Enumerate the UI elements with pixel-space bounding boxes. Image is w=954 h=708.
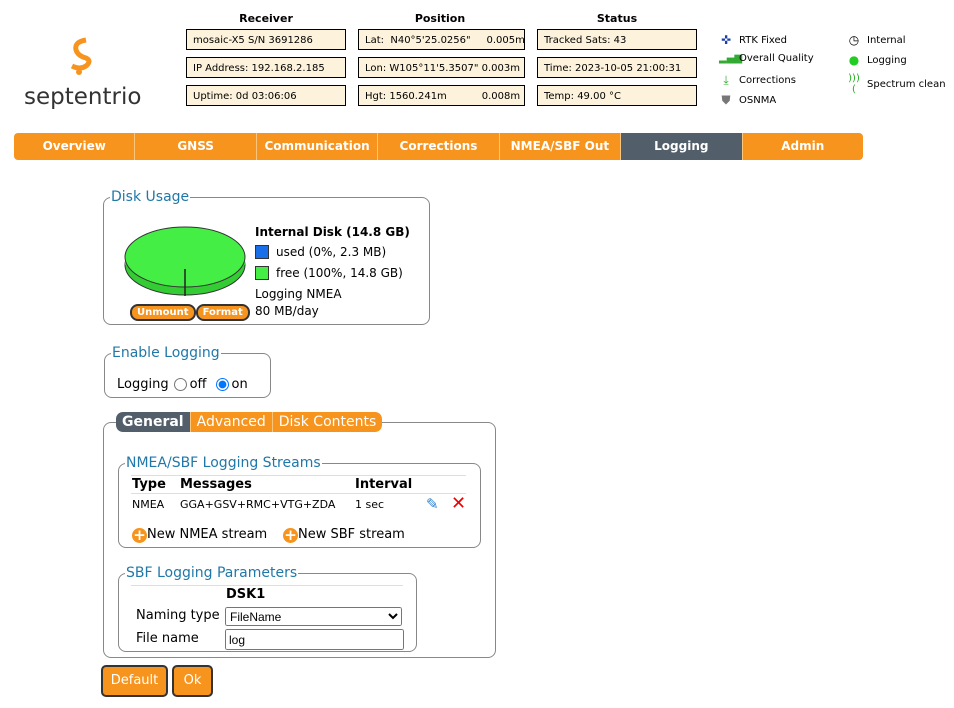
free-swatch bbox=[255, 266, 269, 280]
tab-disk-contents[interactable]: Disk Contents bbox=[272, 412, 383, 432]
status-internal: ◷ Internal bbox=[848, 33, 906, 47]
nav-overview[interactable]: Overview bbox=[14, 133, 136, 160]
dsk1-header: DSK1 bbox=[226, 587, 266, 602]
disk-usage-panel: Disk Usage Unmount Format Internal Disk … bbox=[103, 189, 430, 325]
receiver-model: mosaic-X5 S/N 3691286 bbox=[186, 29, 346, 50]
col-messages: Messages bbox=[180, 477, 252, 492]
new-nmea-stream-button[interactable]: +New NMEA stream bbox=[132, 527, 267, 543]
download-arrow-icon: ⤓ bbox=[723, 73, 729, 87]
nav-corrections[interactable]: Corrections bbox=[378, 133, 500, 160]
disk-title: Internal Disk (14.8 GB) bbox=[255, 225, 410, 239]
tracked-sats: Tracked Sats: 43 bbox=[537, 29, 697, 50]
new-sbf-stream-button[interactable]: +New SBF stream bbox=[283, 527, 405, 543]
unmount-button[interactable]: Unmount bbox=[130, 304, 196, 321]
streams-panel: NMEA/SBF Logging Streams Type Messages I… bbox=[118, 455, 481, 548]
disk-pie-chart bbox=[124, 226, 246, 296]
logging-rate: 80 MB/day bbox=[255, 304, 319, 318]
logging-off-radio[interactable] bbox=[173, 378, 187, 391]
green-dot-icon: ● bbox=[848, 53, 860, 67]
delete-icon[interactable]: ✕ bbox=[451, 493, 466, 514]
logging-on-radio[interactable] bbox=[215, 378, 229, 391]
logging-type: Logging NMEA bbox=[255, 287, 342, 301]
ip-address: IP Address: 192.168.2.185 bbox=[186, 57, 346, 78]
crosshair-icon: ✜ bbox=[720, 33, 732, 47]
position-header: Position bbox=[414, 12, 466, 25]
edit-icon[interactable]: ✎ bbox=[426, 495, 439, 513]
sbf-params-panel: SBF Logging Parameters DSK1 Naming type … bbox=[118, 565, 417, 652]
nav-logging[interactable]: Logging bbox=[621, 133, 743, 160]
used-swatch bbox=[255, 245, 269, 259]
tab-advanced[interactable]: Advanced bbox=[190, 412, 273, 432]
height: Hgt: 1560.241m 0.008m bbox=[358, 85, 525, 106]
status-spectrum: )))(Spectrum clean bbox=[848, 73, 946, 95]
default-button[interactable]: Default bbox=[101, 665, 168, 697]
col-interval: Interval bbox=[355, 477, 413, 492]
status-corrections: ⤓ Corrections bbox=[719, 73, 796, 88]
enable-logging-panel: Enable Logging Logging off on bbox=[104, 345, 271, 398]
uptime: Uptime: 0d 03:06:06 bbox=[186, 85, 346, 106]
temperature: Temp: 49.00 °C bbox=[537, 85, 697, 106]
nav-admin[interactable]: Admin bbox=[743, 133, 863, 160]
shield-icon: ⛊ bbox=[721, 93, 731, 107]
plus-icon: + bbox=[132, 526, 147, 544]
time: Time: 2023-10-05 21:00:31 bbox=[537, 57, 697, 78]
latitude: Lat: N40°5'25.0256" 0.005m bbox=[358, 29, 525, 50]
file-name-input[interactable] bbox=[225, 629, 404, 650]
naming-type-select[interactable]: FileName bbox=[225, 607, 402, 626]
main-nav: Overview GNSS Communication Corrections … bbox=[14, 133, 863, 160]
status-rtk: ✜ RTK Fixed bbox=[720, 33, 787, 47]
tab-general[interactable]: General bbox=[116, 412, 191, 432]
signal-bars-icon: ▂▄▆ bbox=[719, 53, 743, 64]
logging-config-panel: General Advanced Disk Contents NMEA/SBF … bbox=[103, 412, 496, 658]
col-type: Type bbox=[132, 477, 166, 492]
plus-icon: + bbox=[283, 526, 298, 544]
status-header: Status bbox=[596, 12, 638, 25]
status-osnma: ⛊ OSNMA bbox=[719, 93, 776, 108]
ok-button[interactable]: Ok bbox=[172, 665, 213, 697]
status-quality: ▂▄▆ Overall Quality bbox=[719, 53, 814, 64]
septentrio-logo-icon bbox=[70, 37, 92, 75]
status-logging: ● Logging bbox=[848, 53, 907, 67]
receiver-header: Receiver bbox=[239, 12, 293, 25]
nav-nmea-sbf-out[interactable]: NMEA/SBF Out bbox=[500, 133, 622, 160]
spectrum-icon: )))( bbox=[848, 73, 860, 95]
longitude: Lon: W105°11'5.3507" 0.003m bbox=[358, 57, 525, 78]
nav-communication[interactable]: Communication bbox=[257, 133, 379, 160]
format-button[interactable]: Format bbox=[195, 304, 250, 321]
nav-gnss[interactable]: GNSS bbox=[135, 133, 257, 160]
clock-icon: ◷ bbox=[848, 33, 860, 47]
